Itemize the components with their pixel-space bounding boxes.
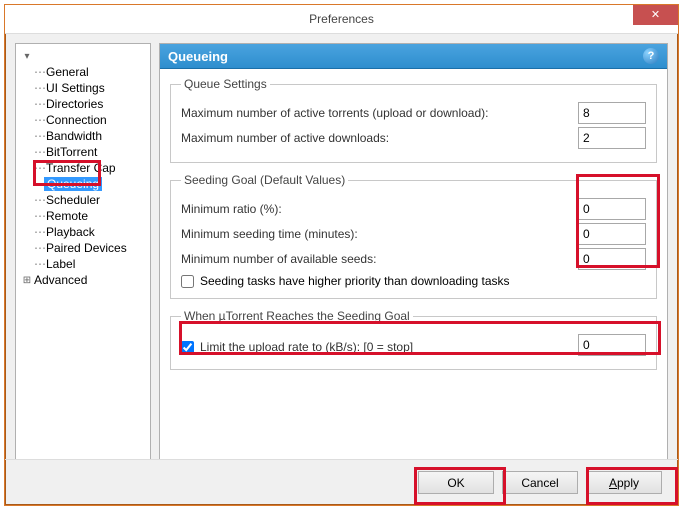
min-time-label: Minimum seeding time (minutes):: [181, 227, 358, 241]
min-ratio-label: Minimum ratio (%):: [181, 202, 282, 216]
content-panel: Queueing ? Queue Settings Maximum number…: [159, 43, 668, 460]
sidebar-item-playback[interactable]: ⋯Playback: [18, 224, 148, 240]
sidebar-item-ui-settings[interactable]: ⋯UI Settings: [18, 80, 148, 96]
seeding-reached-group: When µTorrent Reaches the Seeding Goal L…: [170, 309, 657, 370]
limit-upload-label: Limit the upload rate to (kB/s): [0 = st…: [200, 340, 413, 354]
min-seeds-input[interactable]: [578, 248, 646, 270]
sidebar-item-directories[interactable]: ⋯Directories: [18, 96, 148, 112]
seeding-priority-checkbox[interactable]: [181, 275, 194, 288]
collapse-icon[interactable]: ▾: [22, 51, 32, 62]
min-time-input[interactable]: [578, 223, 646, 245]
expand-icon[interactable]: ⊞: [22, 275, 32, 286]
min-ratio-input[interactable]: [578, 198, 646, 220]
titlebar: Preferences ✕: [5, 5, 678, 34]
button-bar: OK Cancel Apply: [5, 459, 678, 505]
max-downloads-label: Maximum number of active downloads:: [181, 131, 389, 145]
sidebar-item-bandwidth[interactable]: ⋯Bandwidth: [18, 128, 148, 144]
queue-settings-legend: Queue Settings: [181, 77, 270, 91]
sidebar-item-connection[interactable]: ⋯Connection: [18, 112, 148, 128]
window-title: Preferences: [309, 12, 374, 26]
help-icon[interactable]: ?: [643, 48, 659, 64]
seeding-goal-group: Seeding Goal (Default Values) Minimum ra…: [170, 173, 657, 299]
seeding-priority-label: Seeding tasks have higher priority than …: [200, 274, 510, 288]
page-header: Queueing ?: [160, 44, 667, 69]
sidebar-item-bittorrent[interactable]: ⋯BitTorrent: [18, 144, 148, 160]
sidebar-item-paired-devices[interactable]: ⋯Paired Devices: [18, 240, 148, 256]
sidebar-item-queueing[interactable]: ⋯Queueing: [18, 176, 148, 192]
preferences-window: Preferences ✕ ▾ ⋯General ⋯UI Settings ⋯D…: [4, 4, 679, 506]
seeding-goal-legend: Seeding Goal (Default Values): [181, 173, 348, 187]
sidebar-item-remote[interactable]: ⋯Remote: [18, 208, 148, 224]
tree-root[interactable]: ▾: [18, 48, 148, 64]
queue-settings-group: Queue Settings Maximum number of active …: [170, 77, 657, 163]
cancel-button[interactable]: Cancel: [502, 471, 578, 494]
limit-upload-checkbox[interactable]: [181, 341, 194, 354]
sidebar-item-general[interactable]: ⋯General: [18, 64, 148, 80]
sidebar-item-scheduler[interactable]: ⋯Scheduler: [18, 192, 148, 208]
sidebar-item-label[interactable]: ⋯Label: [18, 256, 148, 272]
max-active-input[interactable]: [578, 102, 646, 124]
min-seeds-label: Minimum number of available seeds:: [181, 252, 376, 266]
ok-button[interactable]: OK: [418, 471, 494, 494]
max-active-label: Maximum number of active torrents (uploa…: [181, 106, 488, 120]
max-downloads-input[interactable]: [578, 127, 646, 149]
page-title: Queueing: [168, 49, 228, 64]
sidebar-item-advanced[interactable]: ⊞Advanced: [18, 272, 148, 288]
close-button[interactable]: ✕: [633, 5, 678, 25]
category-sidebar: ▾ ⋯General ⋯UI Settings ⋯Directories ⋯Co…: [15, 43, 151, 460]
sidebar-item-transfer-cap[interactable]: ⋯Transfer Cap: [18, 160, 148, 176]
apply-button[interactable]: Apply: [586, 471, 662, 494]
seeding-reached-legend: When µTorrent Reaches the Seeding Goal: [181, 309, 413, 323]
limit-upload-input[interactable]: [578, 334, 646, 356]
